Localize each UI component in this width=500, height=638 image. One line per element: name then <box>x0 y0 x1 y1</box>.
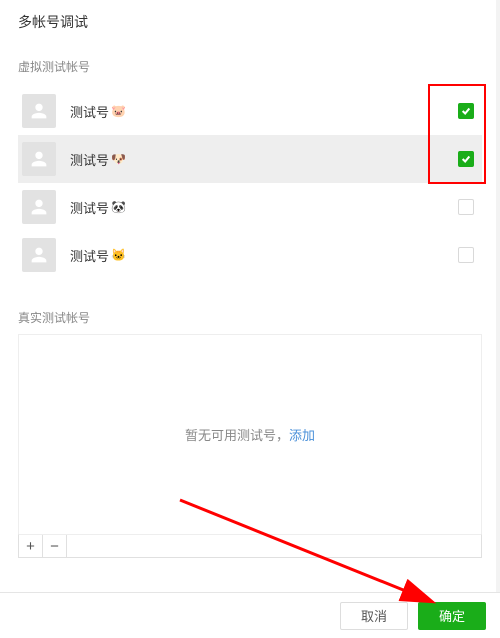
window-title: 多帐号调试 <box>0 0 500 40</box>
add-link[interactable]: 添加 <box>289 425 315 444</box>
avatar-icon <box>22 238 56 272</box>
real-accounts-empty: 暂无可用测试号，添加 <box>18 334 482 534</box>
account-emoji-icon: 🐷 <box>111 104 126 118</box>
account-emoji-icon: 🐶 <box>111 152 126 166</box>
empty-text: 暂无可用测试号， <box>185 425 289 444</box>
dialog-footer: 取消 确定 <box>0 592 500 638</box>
avatar-icon <box>22 142 56 176</box>
account-emoji-icon: 🐼 <box>111 200 126 214</box>
account-checkbox[interactable] <box>458 199 474 215</box>
real-section-label: 真实测试帐号 <box>0 291 500 334</box>
account-row[interactable]: 测试号🐷 <box>18 87 482 135</box>
account-row[interactable]: 测试号🐱 <box>18 231 482 279</box>
account-name: 测试号🐱 <box>70 246 458 265</box>
scrollbar[interactable] <box>496 0 500 592</box>
confirm-button[interactable]: 确定 <box>418 602 486 630</box>
account-emoji-icon: 🐱 <box>111 248 126 262</box>
add-remove-controls: + − <box>18 534 482 558</box>
virtual-account-list: 测试号🐷 测试号🐶 测试号🐼 测试号🐱 <box>0 83 500 291</box>
account-checkbox[interactable] <box>458 247 474 263</box>
account-name: 测试号🐶 <box>70 150 458 169</box>
remove-button[interactable]: − <box>43 535 67 557</box>
add-button[interactable]: + <box>19 535 43 557</box>
account-checkbox[interactable] <box>458 151 474 167</box>
account-name: 测试号🐷 <box>70 102 458 121</box>
account-row[interactable]: 测试号🐶 <box>18 135 482 183</box>
account-name: 测试号🐼 <box>70 198 458 217</box>
cancel-button[interactable]: 取消 <box>340 602 408 630</box>
avatar-icon <box>22 190 56 224</box>
account-row[interactable]: 测试号🐼 <box>18 183 482 231</box>
account-checkbox[interactable] <box>458 103 474 119</box>
avatar-icon <box>22 94 56 128</box>
virtual-section-label: 虚拟测试帐号 <box>0 40 500 83</box>
